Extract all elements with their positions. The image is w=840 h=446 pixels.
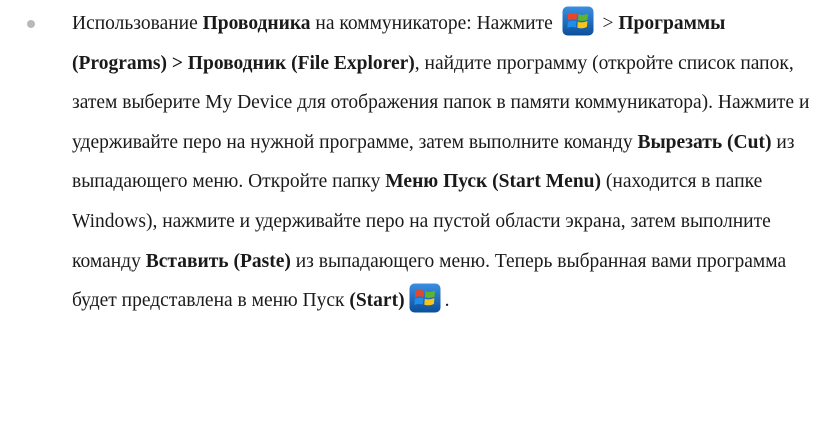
bold-term-start: (Start) bbox=[349, 290, 405, 312]
document-page: Использование Проводника на коммуникатор… bbox=[0, 0, 840, 446]
text-segment: на коммуникаторе: Нажмите bbox=[310, 13, 558, 34]
bold-term-paste: Вставить (Paste) bbox=[145, 250, 291, 272]
bold-term-start-menu: Меню Пуск (Start Menu) bbox=[385, 171, 602, 193]
windows-start-icon bbox=[562, 6, 594, 36]
text-segment: Использование bbox=[72, 13, 203, 34]
windows-start-icon bbox=[409, 283, 441, 313]
bullet-marker bbox=[27, 20, 35, 28]
bold-term-cut: Вырезать (Cut) bbox=[637, 131, 772, 153]
bold-term-explorer: Проводника bbox=[202, 13, 311, 34]
text-segment: > bbox=[597, 13, 619, 34]
text-segment: . bbox=[444, 290, 450, 312]
instruction-paragraph: Использование Проводника на коммуникатор… bbox=[72, 4, 822, 321]
